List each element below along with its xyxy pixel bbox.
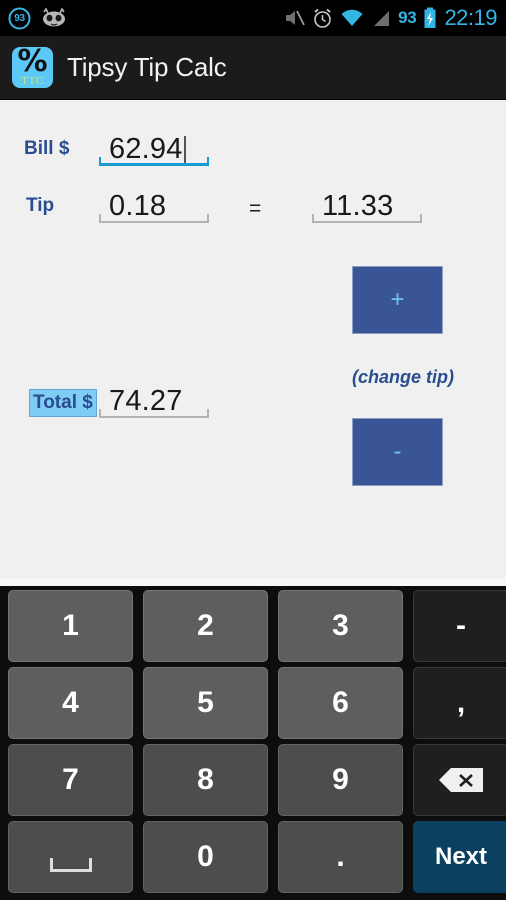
- key-label: 8: [197, 763, 214, 796]
- bill-label: Bill $: [24, 138, 70, 159]
- status-bar: 93 93 22:19: [0, 0, 506, 36]
- change-tip-label: (change tip): [352, 367, 454, 387]
- key-label: 6: [332, 686, 349, 719]
- key-label: 1: [62, 609, 79, 642]
- main-content: Bill $ 62.94 Tip 0.18 = 11.33 + (change …: [0, 100, 506, 578]
- spacebar-icon: [49, 858, 92, 872]
- key-6[interactable]: 6: [278, 667, 403, 739]
- signal-icon: [374, 10, 390, 26]
- key-4[interactable]: 4: [8, 667, 133, 739]
- bill-input[interactable]: 62.94: [99, 126, 209, 166]
- key-label: -: [456, 609, 466, 642]
- key-3[interactable]: 3: [278, 590, 403, 662]
- key-period[interactable]: .: [278, 821, 403, 893]
- key-0[interactable]: 0: [143, 821, 268, 893]
- app-screen: 93 93 22:19 % TTC Tipsy Tip Calc Bill $ …: [0, 0, 506, 900]
- clock-label: 22:19: [444, 5, 497, 30]
- battery-charging-icon: [424, 7, 436, 28]
- mute-icon: [286, 10, 305, 26]
- alarm-icon: [314, 8, 331, 28]
- tip-input[interactable]: 0.18: [99, 183, 209, 223]
- key-label: 2: [197, 609, 214, 642]
- total-underline: [99, 409, 209, 418]
- app-logo-icon: % TTC: [12, 47, 53, 88]
- page-title: Tipsy Tip Calc: [67, 52, 227, 82]
- app-logo-initials: TTC: [21, 75, 44, 87]
- tip-amount-underline: [312, 214, 422, 223]
- decrease-tip-button[interactable]: -: [352, 418, 443, 486]
- status-bar-left: 93: [0, 6, 68, 31]
- key-label: ,: [456, 686, 466, 719]
- key-label: 7: [62, 763, 79, 796]
- total-label: Total $: [29, 389, 97, 417]
- key-label: 9: [332, 763, 349, 796]
- equals-sign: =: [249, 197, 262, 220]
- keyboard-row: 4 5 6 ,: [3, 667, 506, 739]
- plus-icon: +: [390, 286, 405, 313]
- keyboard-divider: [0, 578, 506, 586]
- battery-ring-label: 93: [14, 12, 25, 24]
- key-label: 0: [197, 840, 214, 873]
- cyanogenmod-mascot-icon: [43, 8, 65, 27]
- numeric-keyboard: 1 2 3 - 4 5 6 , 7 8 9 0 . Next: [0, 586, 506, 900]
- key-2[interactable]: 2: [143, 590, 268, 662]
- action-bar: % TTC Tipsy Tip Calc: [0, 36, 506, 100]
- key-label: 5: [197, 686, 214, 719]
- key-backspace[interactable]: [413, 744, 506, 816]
- key-label: 4: [62, 686, 79, 719]
- key-9[interactable]: 9: [278, 744, 403, 816]
- tip-amount-field: 11.33: [312, 183, 422, 223]
- key-label: .: [336, 840, 345, 873]
- key-7[interactable]: 7: [8, 744, 133, 816]
- battery-ring-icon: 93: [7, 6, 32, 31]
- increase-tip-button[interactable]: +: [352, 266, 443, 334]
- tip-label: Tip: [26, 195, 55, 216]
- key-next[interactable]: Next: [413, 821, 506, 893]
- total-field: 74.27: [99, 378, 209, 418]
- bill-underline: [99, 157, 209, 166]
- battery-percent-label: 93: [398, 8, 417, 27]
- tip-underline: [99, 214, 209, 223]
- wifi-icon: [341, 9, 363, 26]
- keyboard-row: 1 2 3 -: [3, 590, 506, 662]
- minus-icon: -: [393, 438, 402, 465]
- keyboard-row: 0 . Next: [3, 821, 506, 893]
- keyboard-row: 7 8 9: [3, 744, 506, 816]
- key-label: 3: [332, 609, 349, 642]
- key-8[interactable]: 8: [143, 744, 268, 816]
- key-5[interactable]: 5: [143, 667, 268, 739]
- backspace-icon: [439, 768, 483, 792]
- key-1[interactable]: 1: [8, 590, 133, 662]
- status-bar-right: 93 22:19: [284, 5, 506, 31]
- key-comma[interactable]: ,: [413, 667, 506, 739]
- key-label: Next: [434, 843, 488, 870]
- key-minus[interactable]: -: [413, 590, 506, 662]
- key-space[interactable]: [8, 821, 133, 893]
